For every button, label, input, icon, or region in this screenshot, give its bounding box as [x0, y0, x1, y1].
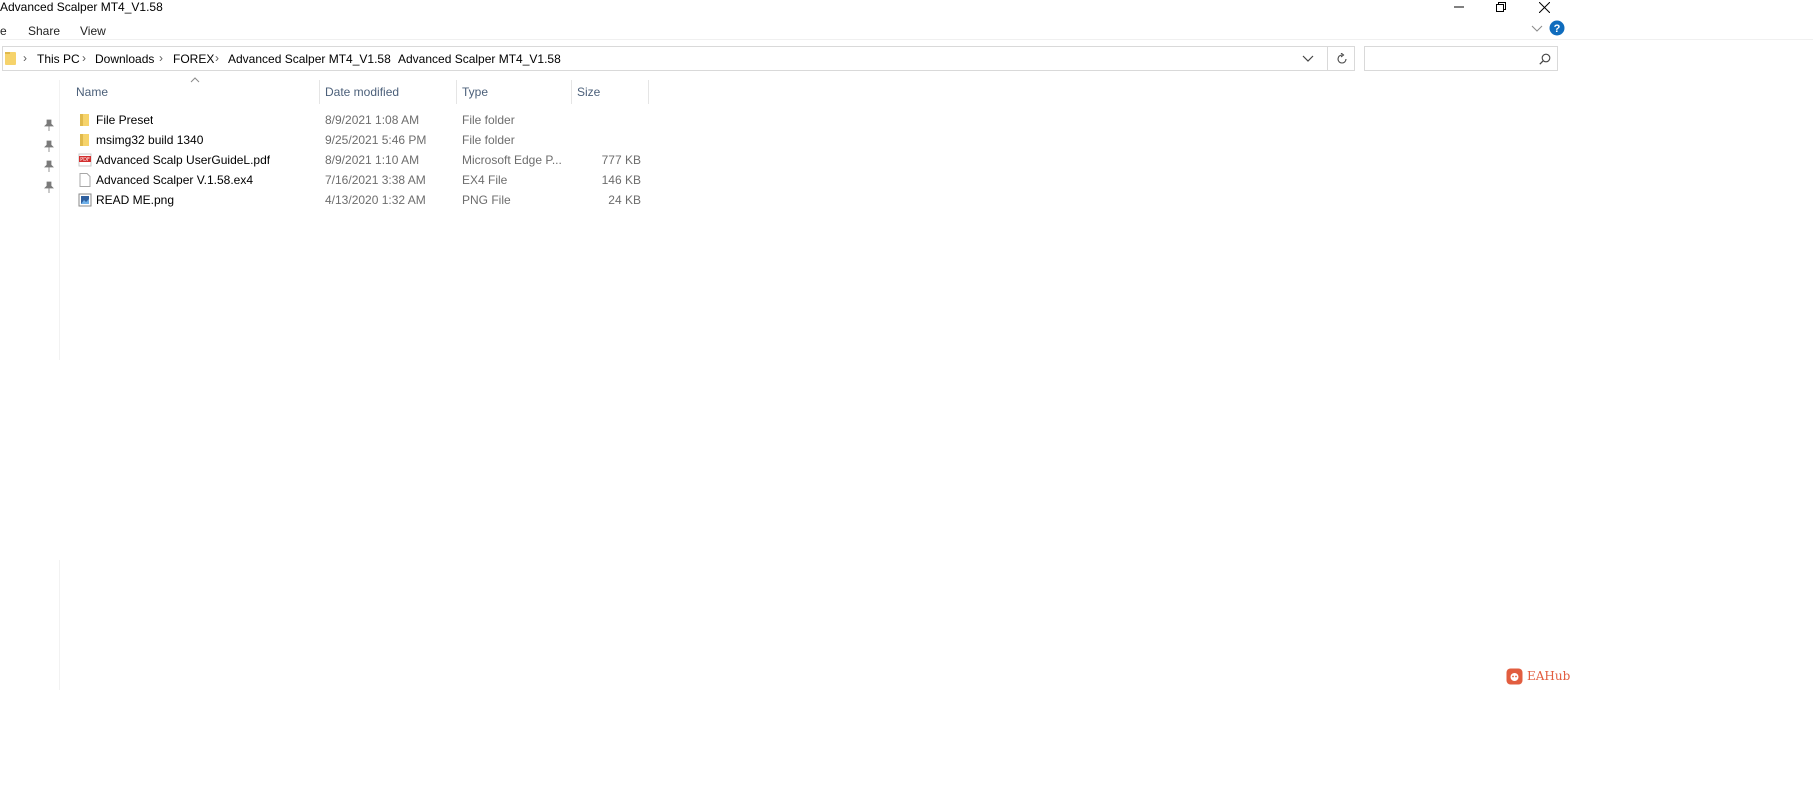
- folder-icon: [80, 134, 89, 146]
- chevron-right-icon: ›: [23, 51, 27, 65]
- column-header-name[interactable]: Name: [70, 80, 320, 104]
- breadcrumb-forex[interactable]: FOREX: [173, 52, 214, 66]
- file-type: Microsoft Edge P...: [462, 153, 562, 167]
- file-name: READ ME.png: [96, 193, 175, 207]
- file-size: 146 KB: [601, 173, 641, 187]
- ribbon-divider: [0, 39, 1813, 40]
- pin-icon[interactable]: [44, 119, 54, 131]
- breadcrumb-this-pc[interactable]: This PC: [37, 52, 80, 66]
- chevron-right-icon: ›: [159, 51, 163, 65]
- tab-file[interactable]: e: [0, 24, 7, 38]
- image-icon: [78, 193, 92, 207]
- breadcrumb-parent[interactable]: Advanced Scalper MT4_V1.58: [228, 52, 391, 66]
- file-type: File folder: [462, 133, 515, 147]
- watermark-text: EAHub: [1527, 669, 1571, 683]
- minimize-icon: [1454, 6, 1464, 8]
- file-date: 4/13/2020 1:32 AM: [325, 193, 426, 207]
- tab-share[interactable]: Share: [28, 24, 60, 38]
- file-icon: [79, 173, 91, 187]
- svg-text:?: ?: [1554, 23, 1561, 35]
- column-header-date-modified[interactable]: Date modified: [319, 80, 457, 104]
- help-icon: ?: [1549, 20, 1565, 36]
- file-name: Advanced Scalper V.1.58.ex4: [96, 173, 254, 187]
- refresh-button[interactable]: [1327, 46, 1355, 71]
- folder-icon: [80, 114, 89, 126]
- file-date: 7/16/2021 3:38 AM: [325, 173, 426, 187]
- restore-icon: [1496, 2, 1506, 12]
- chevron-down-icon: [1302, 55, 1314, 62]
- file-row[interactable]: PDF Advanced Scalp UserGuideL.pdf 8/9/20…: [70, 150, 650, 170]
- file-type: PNG File: [462, 193, 511, 207]
- close-icon: [1538, 1, 1550, 13]
- file-size: 777 KB: [601, 153, 641, 167]
- pin-icon[interactable]: [44, 160, 54, 172]
- chevron-down-icon: [1531, 25, 1543, 32]
- file-row[interactable]: Advanced Scalper V.1.58.ex4 7/16/2021 3:…: [70, 170, 650, 190]
- column-divider[interactable]: [648, 80, 649, 104]
- address-history-button[interactable]: [1302, 52, 1320, 66]
- file-date: 8/9/2021 1:08 AM: [325, 113, 420, 127]
- column-header-size[interactable]: Size: [571, 80, 649, 104]
- help-button[interactable]: ?: [1549, 20, 1565, 36]
- file-row[interactable]: File Preset 8/9/2021 1:08 AM File folder: [70, 110, 650, 130]
- file-row[interactable]: READ ME.png 4/13/2020 1:32 AM PNG File 2…: [70, 190, 650, 210]
- file-date: 9/25/2021 5:46 PM: [325, 133, 427, 147]
- pin-icon[interactable]: [44, 181, 54, 193]
- search-icon: [1539, 53, 1551, 65]
- breadcrumb-downloads[interactable]: Downloads: [95, 52, 154, 66]
- chevron-right-icon: ›: [215, 51, 219, 65]
- minimize-button[interactable]: [1436, 0, 1482, 14]
- navigation-pane-divider[interactable]: [59, 560, 60, 690]
- chevron-right-icon: ›: [384, 51, 388, 65]
- window-title: Advanced Scalper MT4_V1.58: [0, 0, 163, 14]
- restore-button[interactable]: [1478, 0, 1524, 14]
- file-size: 24 KB: [608, 193, 641, 207]
- file-name: Advanced Scalp UserGuideL.pdf: [96, 153, 271, 167]
- file-name: msimg32 build 1340: [96, 133, 204, 147]
- refresh-icon: [1336, 52, 1347, 64]
- svg-text:PDF: PDF: [80, 157, 90, 163]
- file-type: EX4 File: [462, 173, 508, 187]
- watermark: EAHub: [1506, 666, 1570, 686]
- pdf-icon: PDF: [78, 153, 92, 167]
- close-button[interactable]: [1521, 0, 1567, 14]
- file-date: 8/9/2021 1:10 AM: [325, 153, 420, 167]
- folder-icon: [5, 52, 16, 65]
- eahub-logo-icon: [1506, 668, 1523, 684]
- tab-view[interactable]: View: [80, 24, 106, 38]
- chevron-right-icon: ›: [82, 51, 86, 65]
- file-type: File folder: [462, 113, 515, 127]
- file-row[interactable]: msimg32 build 1340 9/25/2021 5:46 PM Fil…: [70, 130, 650, 150]
- search-input[interactable]: [1364, 46, 1558, 71]
- file-name: File Preset: [96, 113, 154, 127]
- navigation-pane-divider[interactable]: [59, 80, 60, 360]
- column-header-type[interactable]: Type: [456, 80, 572, 104]
- expand-ribbon-button[interactable]: [1531, 22, 1545, 34]
- pin-icon[interactable]: [44, 140, 54, 152]
- breadcrumb-current[interactable]: Advanced Scalper MT4_V1.58: [398, 52, 561, 66]
